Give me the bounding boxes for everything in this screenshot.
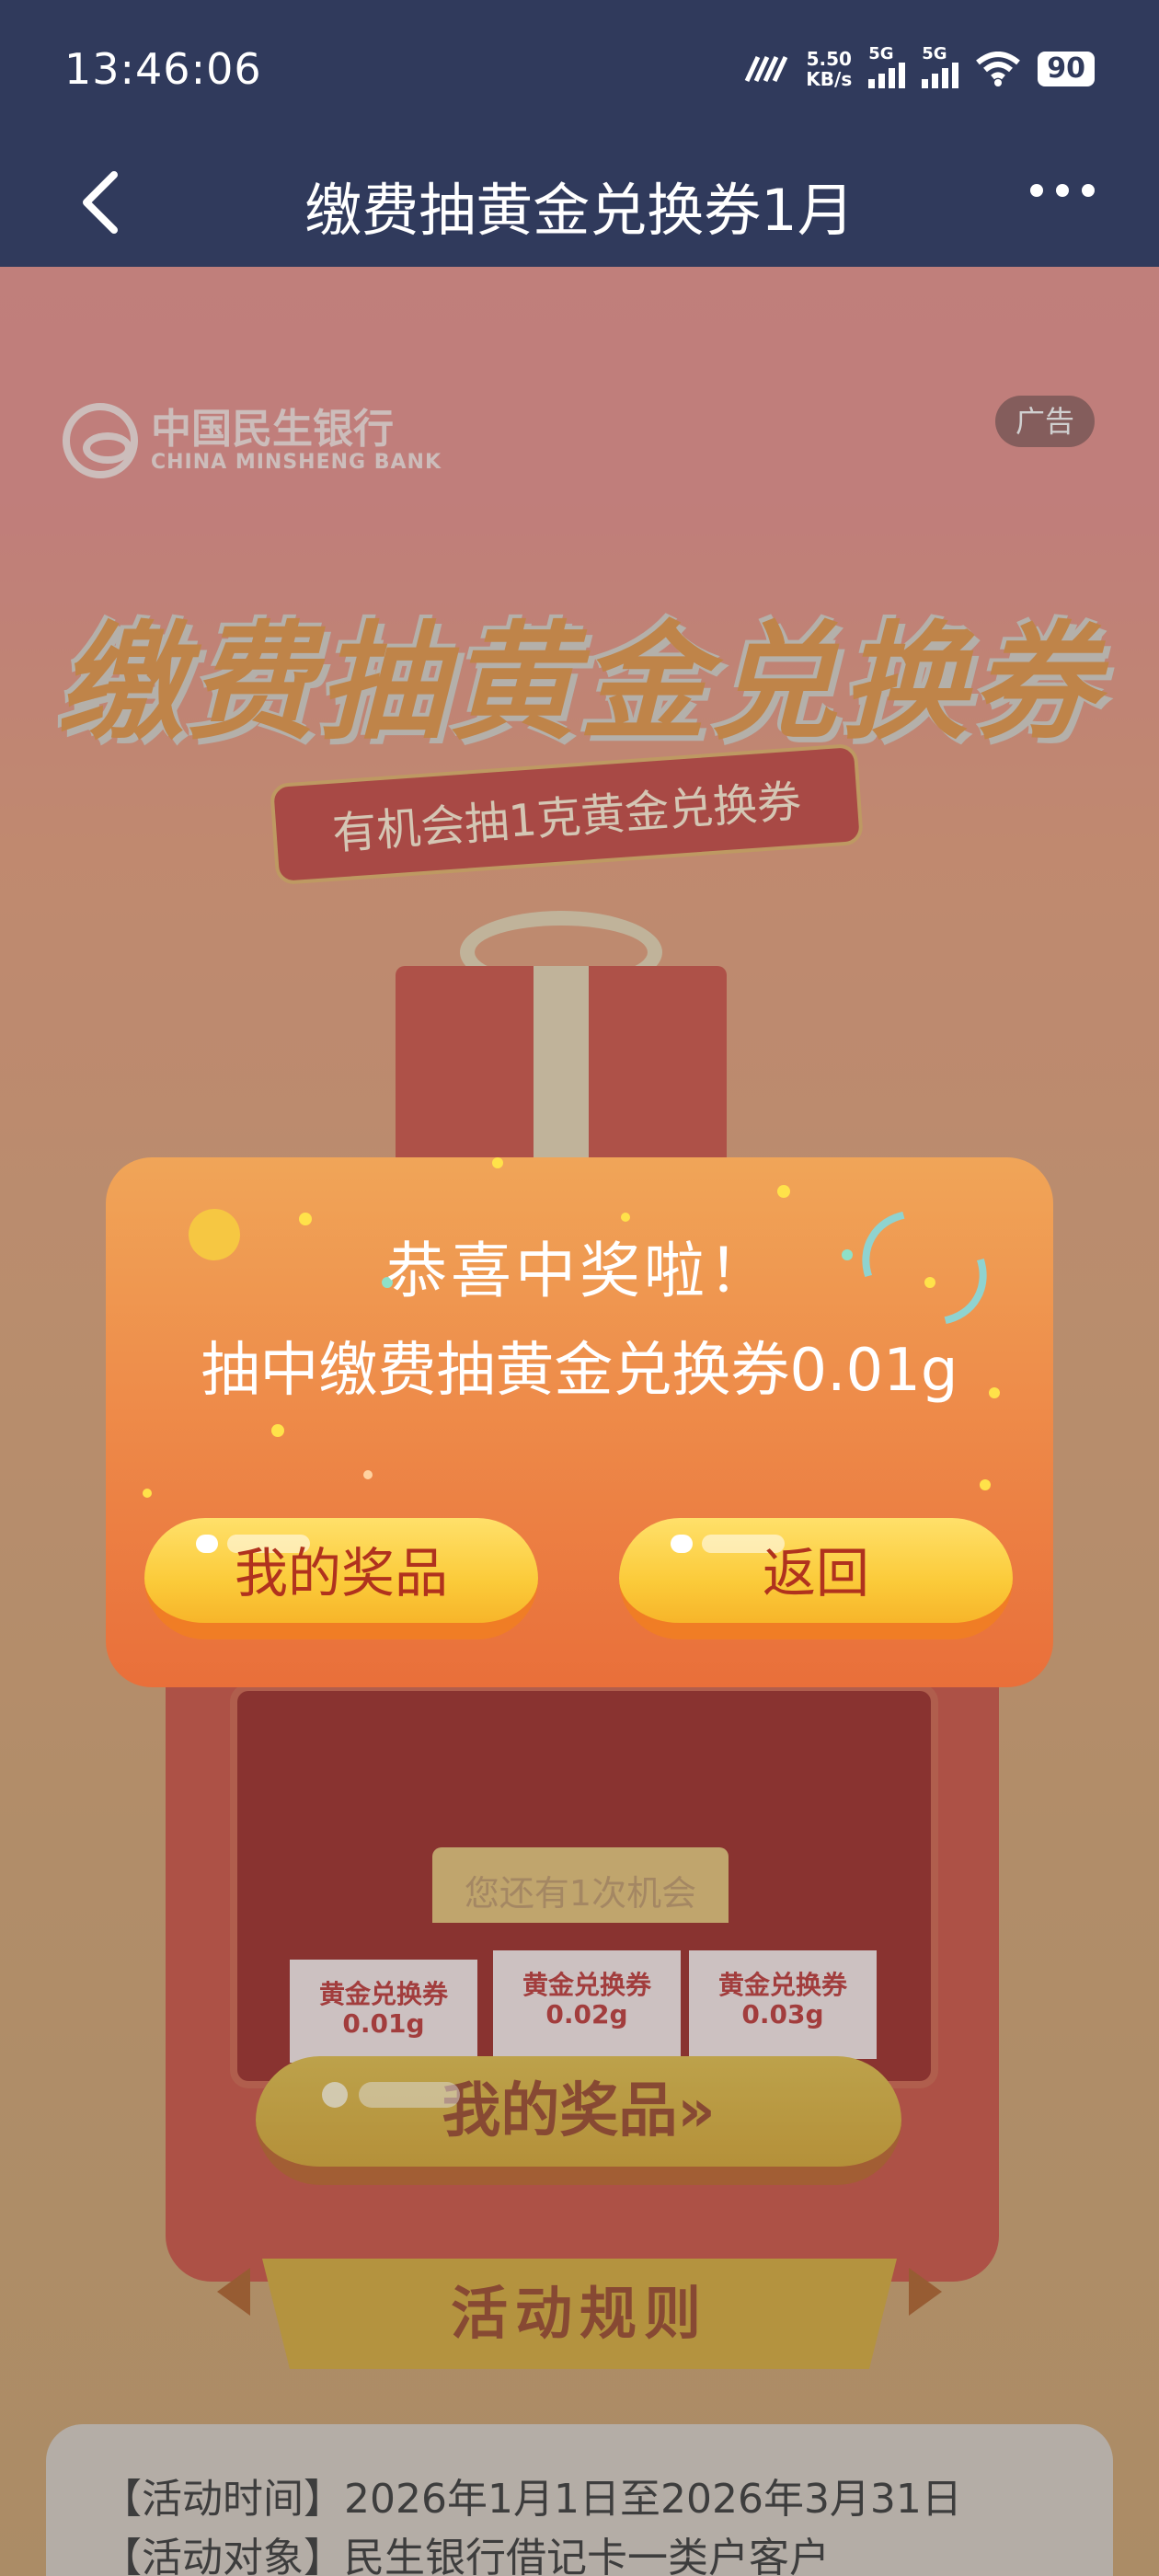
win-dialog: 恭喜中奖啦！ 抽中缴费抽黄金兑换券0.01g 我的奖品 返回	[106, 1157, 1053, 1687]
rule-line: 【活动对象】民生银行借记卡一类户客户	[101, 2535, 830, 2576]
remaining-chances: 您还有1次机会	[432, 1847, 729, 1923]
minsheng-logo-icon	[63, 403, 138, 478]
my-prizes-page-button-label: 我的奖品»	[442, 2077, 716, 2145]
rule-line: 【活动时间】2026年1月1日至2026年3月31日	[101, 2476, 962, 2523]
signal-label-2: 5G	[922, 44, 947, 63]
prize-card: 黄金兑换券 0.01g	[290, 1960, 477, 2063]
prize-card-name: 黄金兑换券	[522, 1970, 651, 2000]
network-speed: 5.50 KB/s	[806, 49, 852, 89]
rules-wing-left	[217, 2268, 250, 2316]
wifi-icon	[976, 52, 1021, 86]
confetti	[143, 1489, 152, 1498]
my-prizes-button-label: 我的奖品	[234, 1542, 448, 1604]
confetti	[363, 1470, 373, 1479]
clock: 13:46:06	[64, 44, 262, 94]
status-bar: 13:46:06 5.50 KB/s 5G 5G 90	[0, 0, 1159, 138]
speed-value: 5.50	[806, 48, 852, 70]
gift-bow-image	[460, 911, 662, 994]
prize-card-amount: 0.03g	[741, 1999, 824, 2030]
prize-card-name: 黄金兑换券	[717, 1970, 847, 2000]
confetti	[621, 1213, 630, 1222]
battery-icon: 90	[1038, 52, 1095, 86]
promo-ribbon: 有机会抽1克黄金兑换券	[269, 742, 865, 886]
page-title: 缴费抽黄金兑换券1月	[304, 177, 855, 244]
prize-card-amount: 0.01g	[342, 2008, 425, 2039]
signal-label: 5G	[868, 44, 894, 63]
status-icons: 5.50 KB/s 5G 5G 90	[741, 44, 1095, 92]
back-button-label: 返回	[762, 1542, 869, 1604]
slot-panel	[230, 1684, 938, 2088]
prize-card-name: 黄金兑换券	[318, 1979, 448, 2009]
my-prizes-page-button[interactable]: 我的奖品»	[256, 2056, 901, 2185]
confetti	[492, 1157, 503, 1168]
promo-headline: 缴费抽黄金兑换券	[56, 609, 1102, 757]
prize-card-amount: 0.02g	[545, 1999, 628, 2030]
rules-title: 活动规则	[262, 2259, 897, 2369]
title-bar: 缴费抽黄金兑换券1月	[0, 138, 1159, 267]
prize-card: 黄金兑换券 0.02g	[493, 1950, 681, 2059]
confetti	[777, 1185, 790, 1198]
signal-icon-2: 5G	[922, 44, 959, 88]
rules-box: 【活动时间】2026年1月1日至2026年3月31日 【活动对象】民生银行借记卡…	[46, 2424, 1113, 2576]
dialog-message: 抽中缴费抽黄金兑换券0.01g	[201, 1337, 958, 1405]
nfc-icon	[745, 55, 788, 83]
my-prizes-button[interactable]: 我的奖品	[144, 1518, 538, 1639]
signal-icon: 5G	[868, 44, 906, 88]
speed-unit: KB/s	[806, 68, 853, 90]
confetti	[271, 1424, 284, 1437]
bank-name-cn: 中国民生银行	[151, 405, 394, 453]
bank-logo: 中国民生银行 CHINA MINSHENG BANK	[63, 403, 442, 478]
confetti	[980, 1479, 991, 1490]
bank-name-en: CHINA MINSHENG BANK	[151, 450, 442, 474]
ad-badge: 广告	[995, 396, 1095, 447]
prize-card: 黄金兑换券 0.03g	[689, 1950, 877, 2059]
rules-wing-right	[909, 2268, 942, 2316]
back-button[interactable]: 返回	[619, 1518, 1013, 1639]
dialog-title: 恭喜中奖啦！	[386, 1236, 773, 1306]
more-options-icon[interactable]	[1030, 184, 1095, 197]
